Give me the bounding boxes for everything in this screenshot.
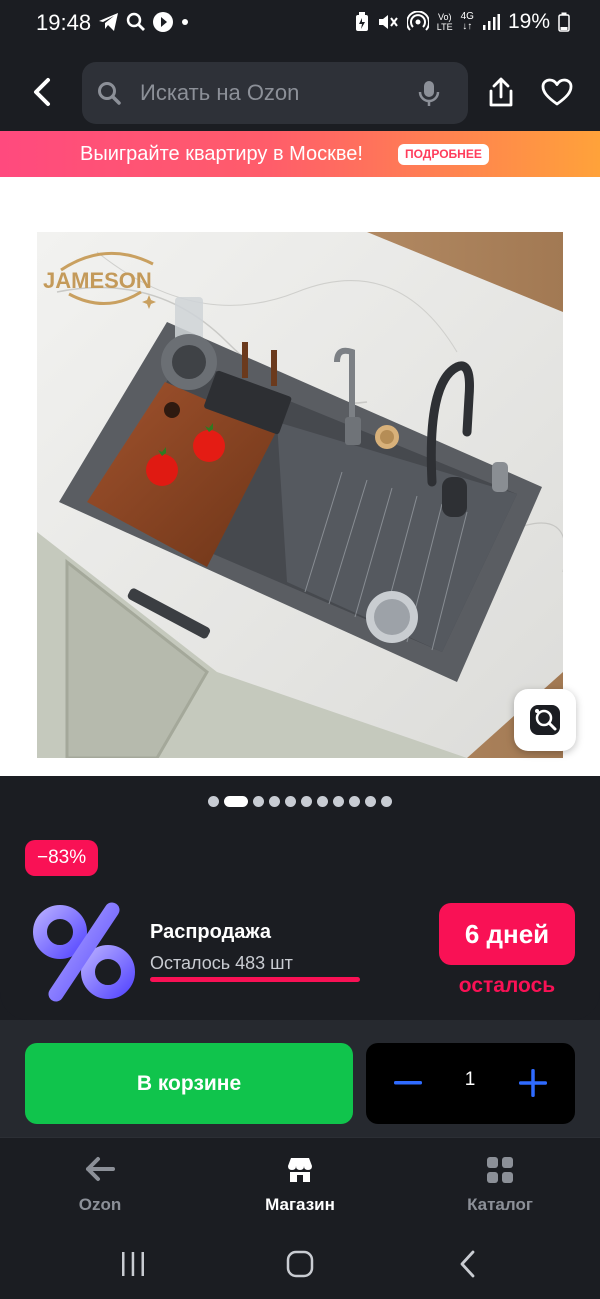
battery-percent: 19% (507, 10, 550, 33)
arrow-left-icon (85, 1156, 115, 1187)
status-system-icons: Vo) LTE 4G ↓↑ 19% (355, 10, 570, 34)
svg-text:JAMESON: JAMESON (43, 268, 152, 293)
notification-dot-icon (180, 17, 190, 27)
pagination-dot[interactable] (208, 795, 219, 807)
pagination-dot[interactable] (349, 795, 360, 807)
action-area: В корзине 1 (0, 1020, 600, 1138)
minus-icon (394, 1081, 422, 1085)
bottom-navigation: Ozon Магазин Каталог (0, 1137, 600, 1229)
plus-icon (519, 1069, 547, 1097)
promo-more-badge[interactable]: ПОДРОБНЕЕ (398, 144, 489, 165)
discount-badge: −83% (25, 840, 99, 876)
signal-icon (482, 13, 500, 31)
status-time: 19:48 (36, 10, 92, 35)
home-icon (286, 1250, 314, 1278)
pagination-dot[interactable] (365, 795, 376, 807)
sale-title: Распродажа (150, 921, 271, 943)
sale-progress-bar (150, 977, 360, 982)
nav-item-store[interactable]: Магазин (230, 1138, 370, 1230)
pagination-dot[interactable] (269, 795, 280, 807)
quantity-stepper: 1 (366, 1043, 575, 1124)
play-circle-icon (152, 11, 174, 33)
status-bar: 19:48 Vo) LTE 4G ↓↑ 19% (0, 0, 600, 48)
nav-label-ozon: Ozon (78, 1195, 122, 1214)
system-back-icon (460, 1250, 475, 1278)
gallery-pagination (0, 794, 600, 808)
recent-apps-button[interactable] (113, 1247, 153, 1281)
battery-icon (558, 12, 570, 32)
sale-progress-fill (150, 977, 360, 982)
favorite-button[interactable] (538, 74, 576, 110)
image-search-icon (530, 705, 560, 735)
search-notification-icon (126, 12, 146, 32)
sale-remaining: Осталось 483 шт (150, 953, 293, 973)
share-icon (489, 77, 513, 107)
quantity-value: 1 (464, 1069, 476, 1090)
days-left-badge: 6 дней (439, 903, 575, 965)
nav-item-catalog[interactable]: Каталог (430, 1138, 570, 1230)
volte-icon: Vo) LTE (436, 12, 453, 32)
nav-label-store: Магазин (265, 1195, 335, 1214)
grid-icon (486, 1156, 514, 1189)
brand-logo: JAMESON (41, 242, 171, 312)
nav-item-ozon[interactable]: Ozon (30, 1138, 170, 1230)
pagination-dot[interactable] (317, 795, 328, 807)
system-navigation-bar (0, 1229, 600, 1299)
pagination-dot-active[interactable] (224, 795, 248, 807)
in-cart-button[interactable]: В корзине (25, 1043, 353, 1124)
recent-apps-icon (122, 1252, 144, 1276)
heart-icon (541, 78, 573, 106)
pagination-dot[interactable] (285, 795, 296, 807)
promo-text: Выиграйте квартиру в Москве! (80, 143, 363, 165)
search-input[interactable]: Искать на Ozon (82, 62, 468, 124)
promo-banner[interactable]: Выиграйте квартиру в Москве! ПОДРОБНЕЕ (0, 131, 600, 177)
search-icon (96, 80, 122, 111)
mute-icon (377, 12, 399, 32)
percent-icon (30, 902, 140, 1002)
back-button[interactable] (20, 70, 64, 114)
pagination-dot[interactable] (253, 795, 264, 807)
microphone-icon[interactable] (418, 79, 440, 112)
system-back-button[interactable] (448, 1247, 488, 1281)
image-search-button[interactable] (514, 689, 576, 751)
search-placeholder: Искать на Ozon (140, 80, 300, 105)
nav-label-catalog: Каталог (467, 1195, 533, 1214)
product-photo[interactable]: JAMESON (37, 232, 563, 758)
pagination-dot[interactable] (333, 795, 344, 807)
decrease-button[interactable] (388, 1063, 428, 1103)
4g-icon: 4G ↓↑ (460, 11, 474, 32)
telegram-icon (98, 12, 120, 32)
pagination-dot[interactable] (301, 795, 312, 807)
hotspot-icon (406, 11, 429, 33)
increase-button[interactable] (513, 1063, 553, 1103)
jameson-logo: JAMESON (43, 251, 156, 309)
top-bar: Искать на Ozon (0, 48, 600, 132)
store-icon (285, 1156, 315, 1189)
status-notification-icons (98, 11, 190, 33)
product-gallery[interactable]: JAMESON (0, 177, 600, 777)
days-left-label: осталось (458, 974, 556, 997)
share-button[interactable] (482, 72, 520, 112)
pagination-dot[interactable] (381, 795, 392, 807)
home-button[interactable] (280, 1247, 320, 1281)
chevron-left-icon (34, 78, 50, 106)
battery-saver-icon (355, 12, 369, 32)
